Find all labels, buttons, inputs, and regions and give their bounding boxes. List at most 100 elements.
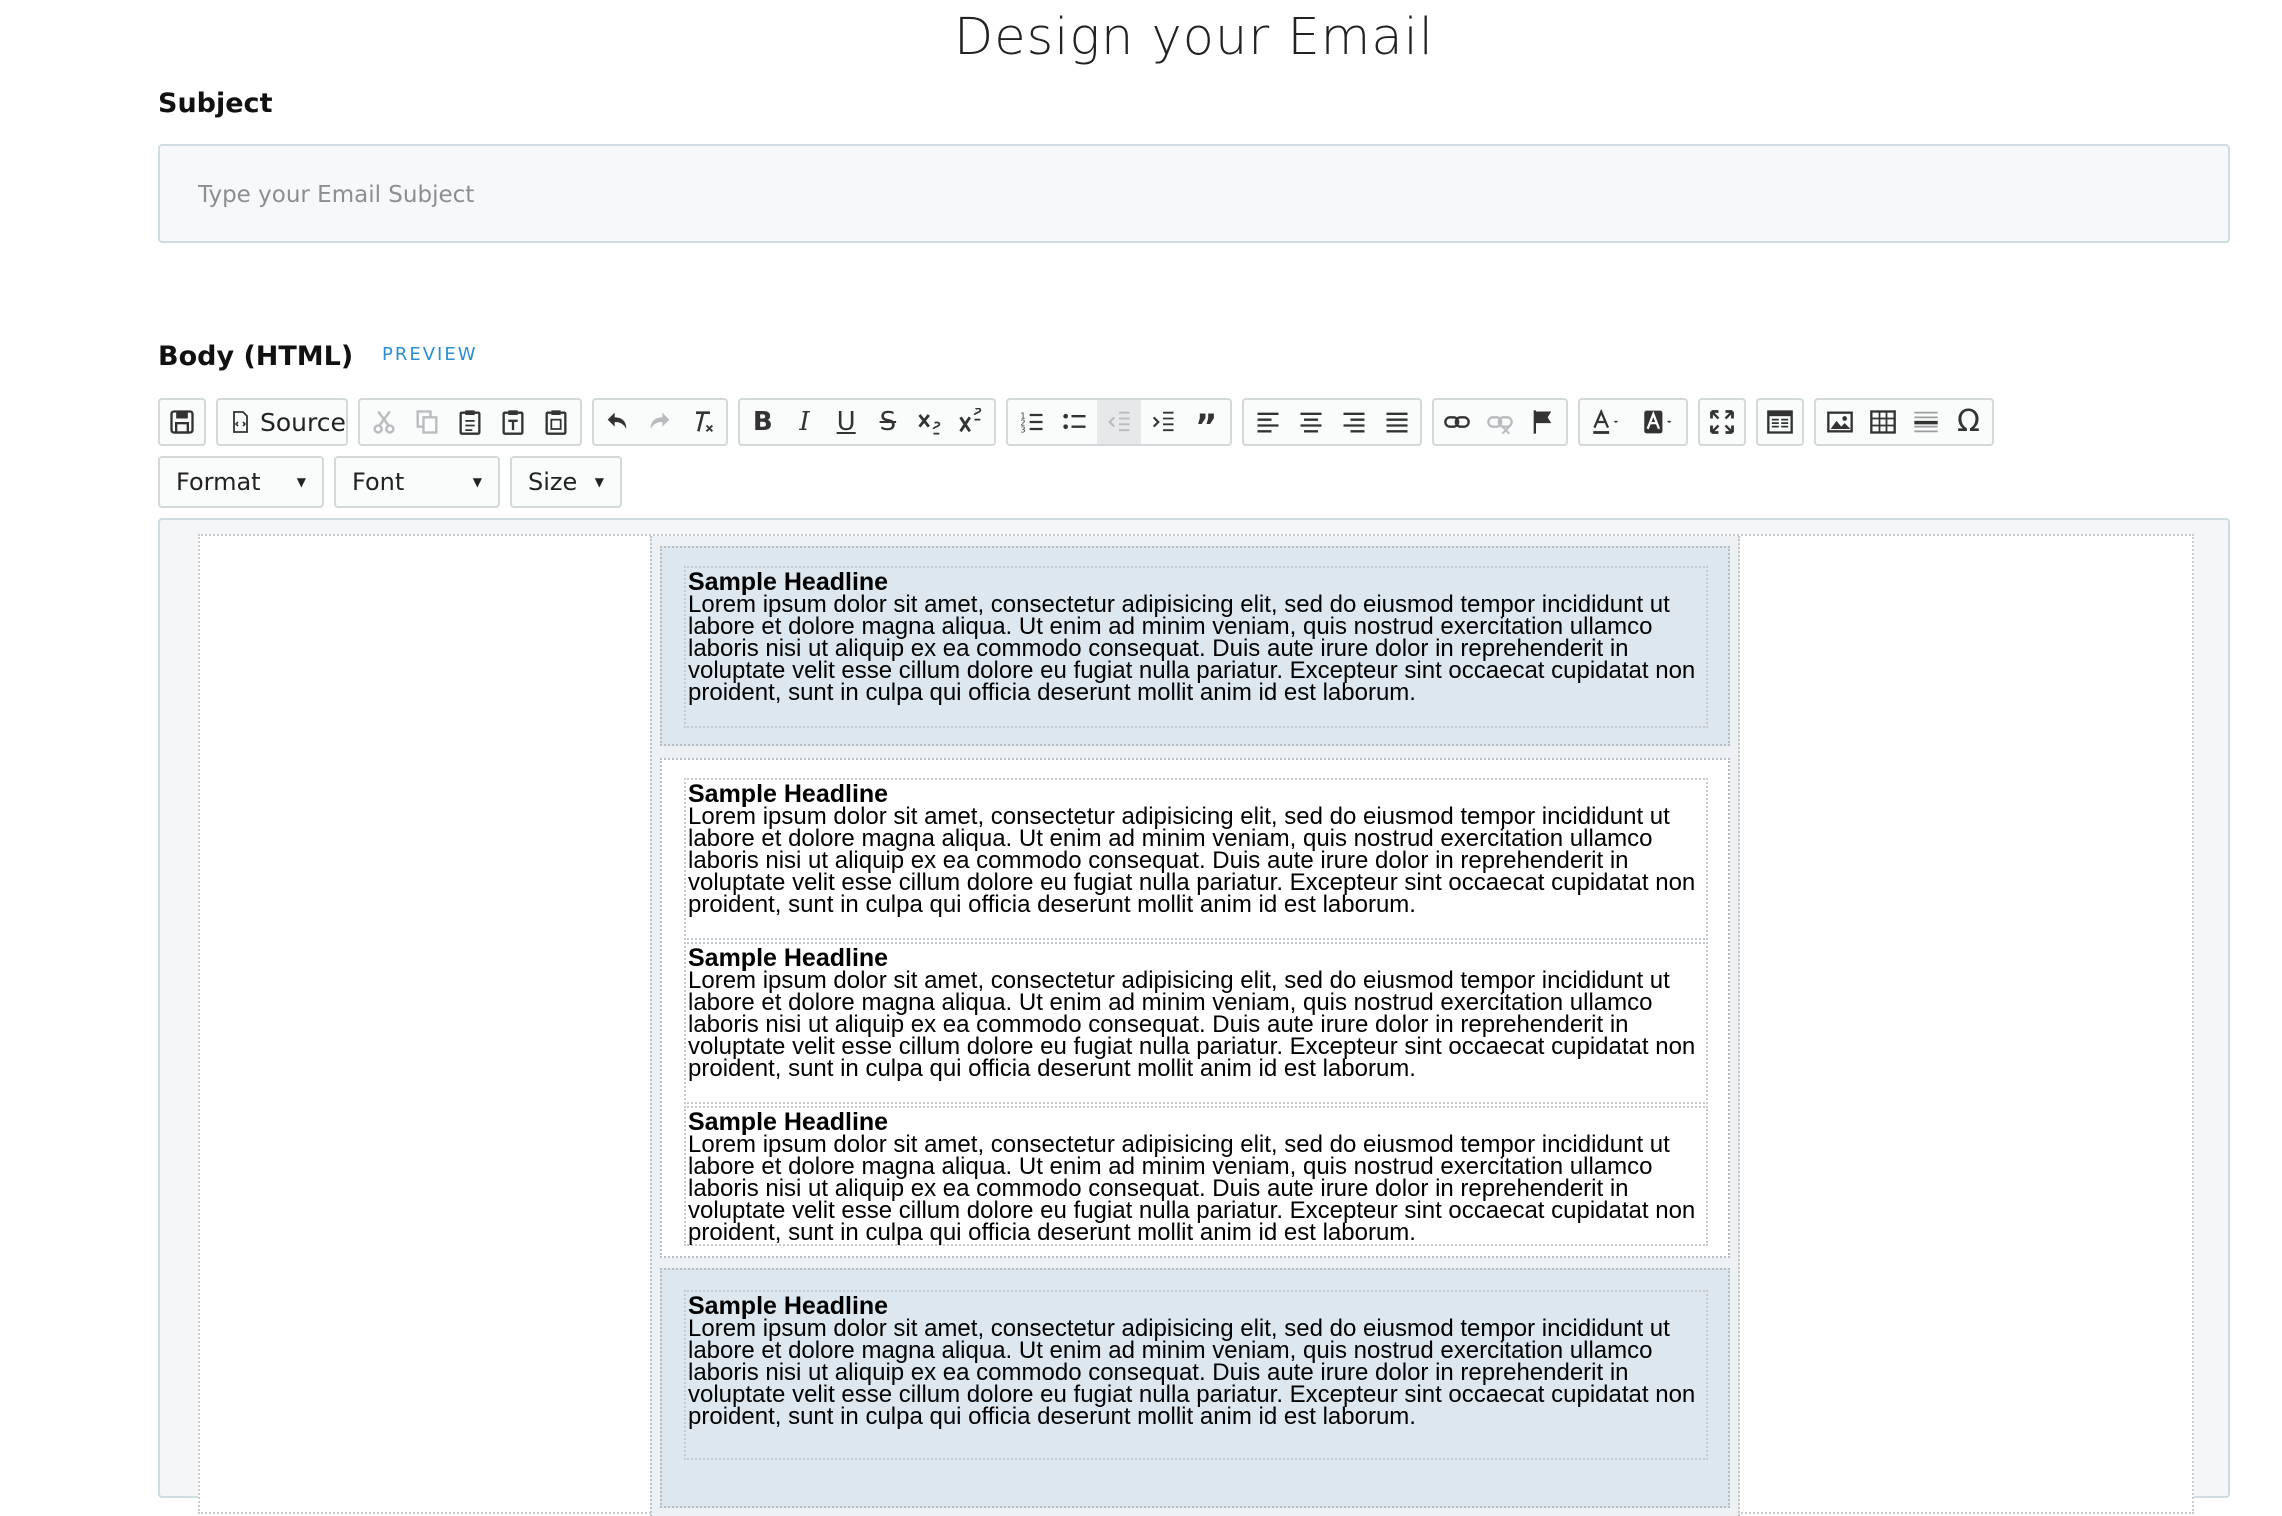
source-icon [233, 411, 248, 433]
subject-field [158, 144, 2230, 243]
justify-button[interactable] [1375, 400, 1418, 444]
strikethrough-button[interactable]: S [867, 400, 909, 444]
content-block[interactable]: Sample Headline Lorem ipsum dolor sit am… [684, 1290, 1708, 1460]
copy-icon [416, 410, 438, 434]
numbered-list-button[interactable]: 123 [1010, 400, 1054, 444]
source-label: Source [260, 407, 346, 437]
increase-indent-button[interactable] [1141, 400, 1185, 444]
image-button[interactable] [1818, 400, 1861, 444]
bold-icon: B [752, 407, 773, 437]
format-dropdown[interactable]: Format ▼ [158, 456, 324, 508]
toolbar-group-templates [1756, 398, 1804, 446]
paste-button[interactable] [448, 400, 491, 444]
block-text: Lorem ipsum dolor sit amet, consectetur … [688, 591, 1696, 706]
source-button[interactable]: Source [220, 400, 354, 444]
content-block[interactable]: Sample Headline Lorem ipsum dolor sit am… [684, 942, 1708, 1104]
block-text: Lorem ipsum dolor sit amet, consectetur … [688, 803, 1696, 918]
remove-format-icon [695, 411, 713, 432]
flag-icon [1533, 410, 1551, 434]
toolbar-group-source: Source [216, 398, 348, 446]
italic-icon: I [799, 407, 810, 437]
align-right-button[interactable] [1332, 400, 1375, 444]
underline-button[interactable]: U [825, 400, 867, 444]
block-text: Lorem ipsum dolor sit amet, consectetur … [688, 1131, 1696, 1246]
bulleted-list-button[interactable] [1054, 400, 1098, 444]
size-dropdown[interactable]: Size ▼ [510, 456, 622, 508]
block-text: Lorem ipsum dolor sit amet, consectetur … [688, 967, 1696, 1082]
omega-icon: Ω [1957, 404, 1980, 439]
font-label: Font [352, 468, 405, 496]
toolbar-group-links [1432, 398, 1568, 446]
special-char-button[interactable]: Ω [1947, 400, 1990, 444]
undo-button[interactable] [596, 400, 639, 444]
paste-text-icon [502, 410, 524, 435]
toolbar-group-align [1242, 398, 1422, 446]
anchor-button[interactable] [1521, 400, 1564, 444]
chevron-down-icon: ▼ [296, 475, 306, 489]
toolbar-group-basicstyles: B I U S [738, 398, 996, 446]
maximize-button[interactable] [1702, 400, 1742, 444]
subscript-button[interactable] [909, 400, 951, 444]
justify-icon [1386, 412, 1407, 433]
page-title: Design your Email [954, 8, 1434, 67]
scissors-icon [373, 410, 395, 434]
format-label: Format [176, 468, 261, 496]
maximize-icon [1710, 410, 1734, 434]
underline-icon: U [836, 407, 856, 437]
undo-icon [607, 412, 627, 429]
background-color-icon [1643, 410, 1671, 434]
subscript-icon [917, 414, 940, 435]
italic-button[interactable]: I [784, 400, 826, 444]
toolbar-group-paragraph: 123 ” [1006, 398, 1232, 446]
horizontal-rule-button[interactable] [1904, 400, 1947, 444]
copy-button[interactable] [405, 400, 448, 444]
font-dropdown[interactable]: Font ▼ [334, 456, 500, 508]
email-column: Sample Headline Lorem ipsum dolor sit am… [650, 536, 1740, 1516]
align-left-button[interactable] [1246, 400, 1289, 444]
toolbar-group-history [592, 398, 728, 446]
email-section-header: Sample Headline Lorem ipsum dolor sit am… [660, 546, 1730, 746]
template-icon [1767, 410, 1793, 434]
size-label: Size [528, 468, 578, 496]
unlink-button[interactable] [1479, 400, 1522, 444]
text-color-button[interactable] [1582, 400, 1633, 444]
numbered-list-icon: 123 [1020, 411, 1043, 435]
remove-format-button[interactable] [681, 400, 724, 444]
text-color-icon [1592, 408, 1618, 434]
align-left-icon [1257, 412, 1278, 433]
chevron-down-icon: ▼ [594, 475, 604, 489]
content-block[interactable]: Sample Headline Lorem ipsum dolor sit am… [684, 778, 1708, 940]
subject-input[interactable] [196, 146, 2180, 243]
toolbar-group-insert: Ω [1814, 398, 1994, 446]
chevron-down-icon: ▼ [472, 475, 482, 489]
paste-word-icon [545, 410, 567, 435]
content-block[interactable]: Sample Headline Lorem ipsum dolor sit am… [684, 1106, 1708, 1246]
toolbar-group-save [158, 398, 206, 446]
redo-button[interactable] [639, 400, 682, 444]
image-icon [1826, 411, 1853, 433]
body-label: Body (HTML) [158, 341, 354, 372]
block-text: Lorem ipsum dolor sit amet, consectetur … [688, 1315, 1696, 1430]
paste-word-button[interactable] [535, 400, 578, 444]
horizontal-rule-icon [1913, 411, 1938, 433]
cut-button[interactable] [362, 400, 405, 444]
blockquote-button[interactable]: ” [1184, 400, 1228, 444]
decrease-indent-button[interactable] [1097, 400, 1141, 444]
paste-text-button[interactable] [492, 400, 535, 444]
email-document: Sample Headline Lorem ipsum dolor sit am… [198, 534, 2194, 1516]
unlink-icon [1487, 416, 1513, 435]
bold-button[interactable]: B [742, 400, 784, 444]
templates-button[interactable] [1760, 400, 1800, 444]
floppy-disk-icon [170, 410, 194, 434]
content-block[interactable]: Sample Headline Lorem ipsum dolor sit am… [684, 566, 1708, 728]
background-color-button[interactable] [1633, 400, 1684, 444]
preview-link[interactable]: PREVIEW [382, 344, 478, 365]
superscript-button[interactable] [950, 400, 992, 444]
editor-area[interactable]: Sample Headline Lorem ipsum dolor sit am… [158, 518, 2230, 1516]
toolbar-group-clipboard [358, 398, 582, 446]
save-button[interactable] [162, 400, 202, 444]
align-center-button[interactable] [1289, 400, 1332, 444]
link-button[interactable] [1436, 400, 1479, 444]
subject-label: Subject [158, 88, 273, 119]
table-button[interactable] [1861, 400, 1904, 444]
